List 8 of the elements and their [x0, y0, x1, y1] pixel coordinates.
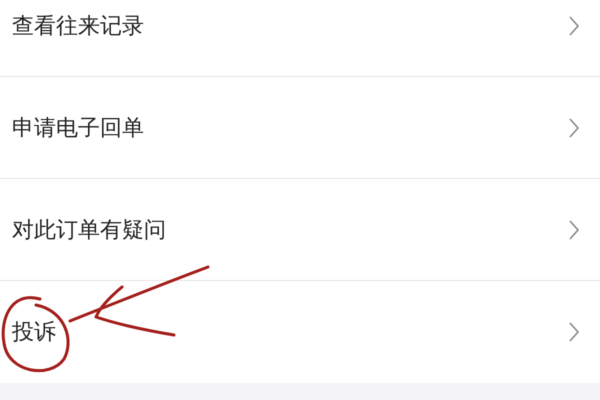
menu-item-label: 对此订单有疑问	[12, 216, 166, 244]
chevron-right-icon	[568, 218, 580, 240]
menu-item-label: 投诉	[12, 319, 56, 347]
menu-item-label: 申请电子回单	[12, 114, 144, 142]
menu-item-label: 查看往来记录	[12, 12, 144, 40]
chevron-right-icon	[568, 116, 580, 138]
chevron-right-icon	[568, 14, 580, 36]
chevron-right-icon	[568, 321, 580, 343]
